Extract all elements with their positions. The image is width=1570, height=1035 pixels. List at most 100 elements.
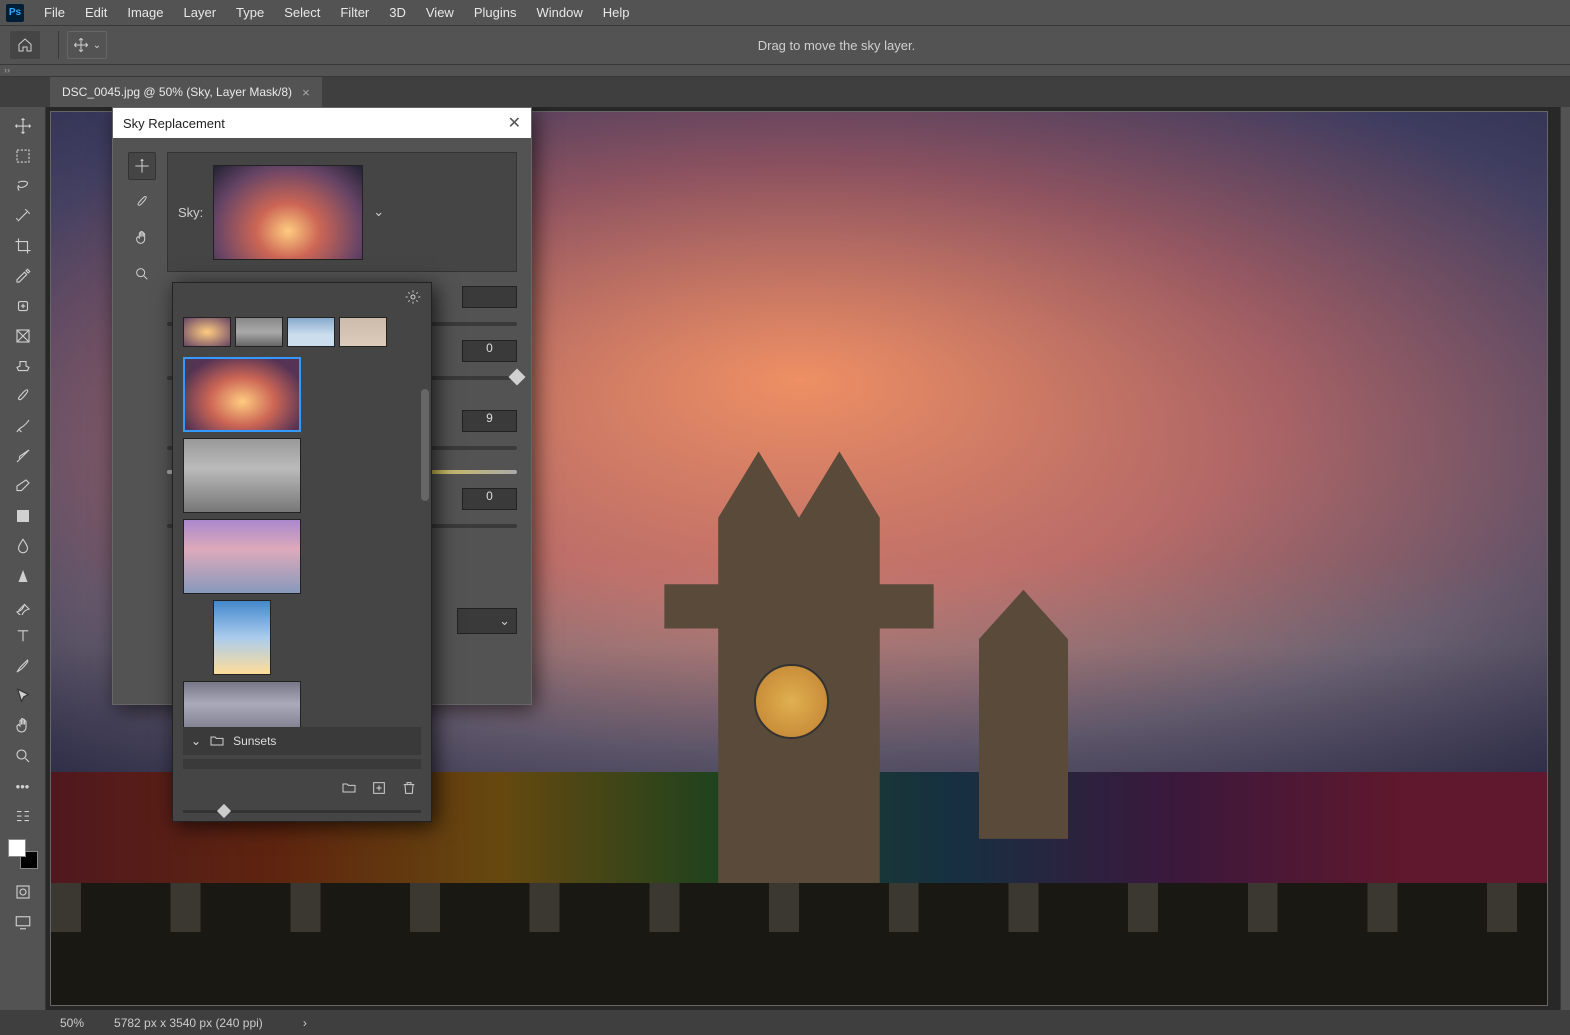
gradient-tool[interactable] (8, 503, 38, 529)
document-tab[interactable]: DSC_0045.jpg @ 50% (Sky, Layer Mask/8) × (50, 77, 322, 107)
preset-folder-row[interactable]: ⌄ Sunsets (183, 727, 421, 755)
hand-tool[interactable] (8, 713, 38, 739)
dialog-tools (127, 152, 157, 690)
crumb-4[interactable] (339, 317, 387, 347)
eraser-tool[interactable] (8, 473, 38, 499)
menu-layer[interactable]: Layer (174, 1, 227, 24)
dialog-hand-tool[interactable] (128, 224, 156, 252)
options-bar: ⌄ Drag to move the sky layer. (0, 25, 1570, 65)
menu-select[interactable]: Select (274, 1, 330, 24)
dialog-close-icon[interactable]: ✕ (508, 113, 521, 133)
delete-preset-icon[interactable] (401, 780, 417, 796)
sky-thumbnail (213, 165, 363, 260)
marquee-tool[interactable] (8, 143, 38, 169)
home-button[interactable] (10, 31, 40, 59)
path-tool[interactable] (8, 653, 38, 679)
menu-edit[interactable]: Edit (75, 1, 117, 24)
preset-1[interactable] (183, 357, 301, 432)
mixer-brush-tool[interactable] (8, 443, 38, 469)
folder-label: Sunsets (233, 734, 276, 748)
preset-folder-row-2[interactable] (183, 759, 421, 769)
pen-tool[interactable] (8, 593, 38, 619)
menu-plugins[interactable]: Plugins (464, 1, 527, 24)
menu-filter[interactable]: Filter (330, 1, 379, 24)
brush-tool[interactable] (8, 383, 38, 409)
lasso-tool[interactable] (8, 173, 38, 199)
document-tab-row: DSC_0045.jpg @ 50% (Sky, Layer Mask/8) × (0, 77, 1570, 107)
menu-bar: Ps File Edit Image Layer Type Select Fil… (0, 0, 1570, 25)
canvas-area: Sky Replacement ✕ Sky: ⌄ (46, 107, 1560, 1010)
right-panel-strip[interactable] (1560, 107, 1570, 1010)
edit-toolbar[interactable] (8, 803, 38, 829)
preset-5[interactable] (183, 681, 301, 727)
sky-label: Sky: (178, 205, 203, 220)
status-bar: 50% 5782 px x 3540 px (240 ppi) › (0, 1010, 1570, 1035)
dodge-tool[interactable] (8, 563, 38, 589)
history-brush-tool[interactable] (8, 413, 38, 439)
crumb-3[interactable] (287, 317, 335, 347)
menu-3d[interactable]: 3D (379, 1, 416, 24)
zoom-tool[interactable] (8, 743, 38, 769)
crumb-2[interactable] (235, 317, 283, 347)
healing-brush-tool[interactable] (8, 293, 38, 319)
sky-dropdown-icon[interactable]: ⌄ (373, 204, 383, 220)
quick-mask-toggle[interactable] (8, 879, 38, 905)
flyout-footer (173, 775, 431, 801)
flyout-settings-icon[interactable] (405, 289, 421, 308)
frame-tool[interactable] (8, 323, 38, 349)
crop-tool[interactable] (8, 233, 38, 259)
app-icon: Ps (6, 4, 24, 22)
dialog-title: Sky Replacement (123, 116, 225, 131)
color-swatches[interactable] (8, 839, 38, 869)
slider5-input[interactable]: 0 (462, 488, 517, 510)
menu-view[interactable]: View (416, 1, 464, 24)
slider2-input[interactable]: 0 (462, 340, 517, 362)
workspace: ••• Sky Replacement ✕ (0, 107, 1570, 1010)
flyout-breadcrumb (173, 313, 431, 351)
magic-wand-tool[interactable] (8, 203, 38, 229)
preset-list (173, 351, 431, 727)
close-tab-icon[interactable]: × (302, 85, 310, 100)
preset-3[interactable] (183, 519, 301, 594)
move-tool-indicator[interactable]: ⌄ (67, 31, 107, 59)
sky-preset-flyout: ⌄ Sunsets (172, 282, 432, 822)
dialog-titlebar[interactable]: Sky Replacement ✕ (113, 108, 531, 138)
dialog-move-tool[interactable] (128, 152, 156, 180)
type-tool[interactable] (8, 623, 38, 649)
more-tools[interactable]: ••• (8, 773, 38, 799)
menu-image[interactable]: Image (117, 1, 173, 24)
move-tool[interactable] (8, 113, 38, 139)
preset-scrollbar[interactable] (421, 389, 429, 502)
screen-mode[interactable] (8, 909, 38, 935)
crumb-1[interactable] (183, 317, 231, 347)
eyedropper-tool[interactable] (8, 263, 38, 289)
output-select[interactable]: ⌄ (457, 608, 517, 634)
preset-4[interactable] (213, 600, 271, 675)
slider3-input[interactable]: 9 (462, 410, 517, 432)
panel-expand-strip[interactable]: ›› (0, 65, 1570, 77)
tools-panel: ••• (0, 107, 46, 1010)
clone-stamp-tool[interactable] (8, 353, 38, 379)
option-hint: Drag to move the sky layer. (113, 38, 1560, 53)
menu-type[interactable]: Type (226, 1, 274, 24)
document-tab-label: DSC_0045.jpg @ 50% (Sky, Layer Mask/8) (62, 85, 292, 99)
slider1-input[interactable] (462, 286, 517, 308)
menu-file[interactable]: File (34, 1, 75, 24)
divider (58, 31, 59, 59)
new-preset-icon[interactable] (371, 780, 387, 796)
direct-select-tool[interactable] (8, 683, 38, 709)
import-folder-icon[interactable] (341, 780, 357, 796)
foreground-color[interactable] (8, 839, 26, 857)
dialog-brush-tool[interactable] (128, 188, 156, 216)
menu-window[interactable]: Window (526, 1, 592, 24)
chevron-down-icon: ⌄ (191, 734, 201, 748)
preset-2[interactable] (183, 438, 301, 513)
status-flyout-icon[interactable]: › (303, 1016, 307, 1030)
thumbnail-size-slider[interactable] (173, 801, 431, 821)
blur-tool[interactable] (8, 533, 38, 559)
status-zoom[interactable]: 50% (60, 1016, 84, 1030)
folder-icon (209, 733, 225, 749)
dialog-zoom-tool[interactable] (128, 260, 156, 288)
menu-help[interactable]: Help (593, 1, 640, 24)
sky-picker[interactable]: Sky: ⌄ (167, 152, 517, 272)
